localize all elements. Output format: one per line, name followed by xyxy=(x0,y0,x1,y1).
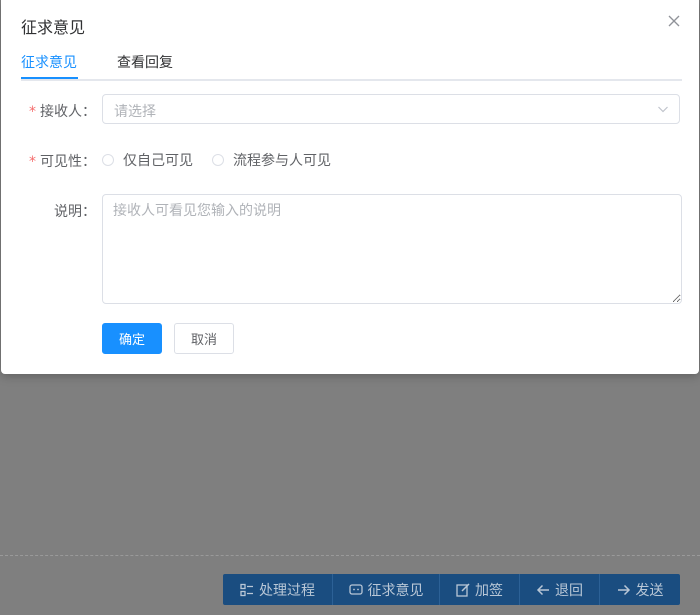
description-label: 说明： xyxy=(54,204,96,220)
action-bar: 处理过程 征求意见 加签 退回 发送 xyxy=(223,574,680,605)
action-label: 征求意见 xyxy=(367,582,424,599)
send-button[interactable]: 发送 xyxy=(600,574,680,605)
confirm-button[interactable]: 确定 xyxy=(102,323,162,354)
return-button[interactable]: 退回 xyxy=(520,574,600,605)
receiver-select-placeholder: 请选择 xyxy=(114,104,156,120)
close-icon xyxy=(666,13,682,29)
action-label: 处理过程 xyxy=(259,582,315,599)
required-mark: * xyxy=(29,154,36,170)
required-mark: * xyxy=(29,104,36,120)
chat-icon xyxy=(348,583,363,597)
close-button[interactable] xyxy=(666,13,682,29)
action-label: 加签 xyxy=(475,582,503,599)
process-history-button[interactable]: 处理过程 xyxy=(223,574,333,605)
description-textarea[interactable] xyxy=(102,194,682,304)
dialog-title: 征求意见 xyxy=(21,18,86,37)
action-label: 退回 xyxy=(555,582,583,599)
radio-label: 仅自己可见 xyxy=(123,153,193,169)
edit-icon xyxy=(456,582,470,597)
chevron-down-icon xyxy=(657,103,669,115)
radio-circle[interactable] xyxy=(212,154,224,166)
active-tab-indicator xyxy=(21,77,78,79)
arrow-right-icon xyxy=(617,583,631,597)
radio-process-participants[interactable]: 流程参与人可见 xyxy=(212,150,331,170)
action-label: 发送 xyxy=(635,582,664,599)
solicit-opinion-dialog: 征求意见 征求意见 查看回复 * 接收人： 请选择 * 可见性： 仅自己可见 流程参… xyxy=(1,0,699,374)
radio-circle[interactable] xyxy=(102,154,114,166)
receiver-label: * 接收人： xyxy=(29,101,96,121)
visibility-label-text: 可见性： xyxy=(40,154,96,170)
receiver-select[interactable]: 请选择 xyxy=(102,94,680,124)
tab-view-replies[interactable]: 查看回复 xyxy=(117,52,173,72)
footer-divider xyxy=(0,555,700,556)
tab-solicit-opinion[interactable]: 征求意见 xyxy=(21,52,77,72)
radio-label: 流程参与人可见 xyxy=(233,153,331,169)
add-signer-button[interactable]: 加签 xyxy=(440,574,520,605)
list-icon xyxy=(240,583,254,597)
visibility-label: * 可见性： xyxy=(29,151,96,171)
cancel-button[interactable]: 取消 xyxy=(174,323,234,354)
tab-bar: 征求意见 查看回复 xyxy=(21,44,682,81)
receiver-label-text: 接收人： xyxy=(40,104,96,120)
solicit-opinion-button[interactable]: 征求意见 xyxy=(333,574,440,605)
radio-self-only[interactable]: 仅自己可见 xyxy=(102,150,193,170)
arrow-left-icon xyxy=(536,583,550,597)
